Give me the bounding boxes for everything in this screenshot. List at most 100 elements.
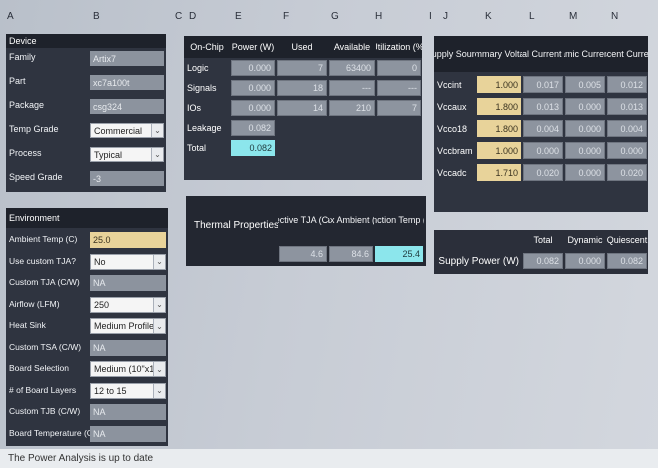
device-value-text: -3: [93, 173, 102, 184]
column-header: J: [443, 10, 448, 22]
environment-row-label: Use custom TJA?: [9, 255, 76, 266]
chevron-down-icon[interactable]: ⌄: [153, 383, 165, 398]
onchip-cell: [377, 140, 421, 156]
supply-power-header: Total: [533, 235, 553, 245]
supply-source: Vccint: [437, 79, 462, 90]
status-bar: The Power Analysis is up to date: [0, 449, 658, 468]
chevron-down-icon[interactable]: ⌄: [153, 254, 165, 269]
environment-value-text: 250: [94, 299, 110, 310]
column-header: C: [175, 10, 183, 22]
onchip-row-name: Total: [187, 143, 207, 153]
device-value-text: xc7a100t: [93, 77, 130, 88]
device-title-text: Device: [9, 36, 37, 46]
supply-cell: 0.012: [607, 76, 647, 93]
status-text: The Power Analysis is up to date: [8, 453, 154, 464]
chevron-down-icon[interactable]: ⌄: [153, 362, 165, 376]
environment-value-text: NA: [93, 278, 106, 288]
environment-row: Ambient Temp (C) 25.0: [6, 230, 168, 250]
onchip-cell: [277, 140, 327, 156]
device-row-label: Speed Grade: [9, 172, 63, 182]
environment-value-text: No: [94, 256, 106, 267]
environment-row: Heat Sink Medium Profile ⌄: [6, 316, 168, 336]
supply-cell: 0.013: [607, 98, 647, 115]
environment-row-label: Custom TJA (C/W): [9, 277, 80, 287]
column-header: K: [485, 10, 492, 22]
supply-cell: 0.000: [565, 120, 605, 137]
supply-source: Vccadc: [437, 167, 467, 178]
environment-value-text: NA: [93, 428, 106, 439]
chevron-down-icon[interactable]: ⌄: [153, 319, 165, 333]
device-title: Device: [6, 34, 166, 48]
column-header: G: [331, 10, 339, 22]
chevron-down-icon[interactable]: ⌄: [151, 148, 163, 161]
column-header: M: [569, 10, 578, 22]
onchip-cell: [329, 140, 375, 156]
environment-select[interactable]: Medium (10"x10") ⌄: [90, 361, 166, 377]
device-row: Package csg324: [6, 96, 166, 118]
voltage-input[interactable]: 1.000: [477, 142, 521, 159]
voltage-input[interactable]: 1.800: [477, 120, 521, 137]
onchip-cell: [277, 120, 327, 136]
onchip-cell: 0.000: [231, 60, 275, 76]
environment-select[interactable]: Medium Profile ⌄: [90, 318, 166, 334]
onchip-cell: 0.082: [231, 120, 275, 136]
device-row: Part xc7a100t: [6, 72, 166, 94]
supply-power-value: 0.082: [523, 253, 563, 269]
supply-header: Summary Voltage: [476, 36, 522, 72]
environment-value: NA: [90, 404, 166, 420]
onchip-cell: 18: [277, 80, 327, 96]
supply-cell: 0.000: [607, 142, 647, 159]
column-header: A: [7, 10, 14, 22]
voltage-input[interactable]: 1.710: [477, 164, 521, 181]
device-value-text: Artix7: [93, 53, 117, 64]
thermal-panel: Thermal Properties Effective TJA (C/W)Ma…: [186, 196, 426, 266]
environment-row: Airflow (LFM) 250 ⌄: [6, 295, 168, 315]
environment-select[interactable]: 12 to 15 ⌄: [90, 382, 166, 399]
environment-title: Environment: [6, 208, 168, 228]
column-header: H: [375, 10, 383, 22]
onchip-cell: 0.000: [231, 100, 275, 116]
onchip-row-name: Logic: [187, 63, 209, 73]
device-select[interactable]: Typical ⌄: [90, 147, 164, 162]
environment-row-label: Custom TJB (C/W): [9, 406, 81, 416]
environment-value-text: NA: [93, 407, 106, 417]
device-row: Family Artix7: [6, 48, 166, 70]
onchip-cell: [329, 120, 375, 136]
onchip-cell: 0.082: [231, 140, 275, 156]
device-row-label: Family: [9, 52, 36, 62]
column-header: F: [283, 10, 290, 22]
chevron-down-icon[interactable]: ⌄: [151, 124, 163, 137]
thermal-label: Thermal Properties: [194, 218, 278, 232]
environment-value-text: 25.0: [93, 235, 111, 245]
supply-cell: 0.004: [607, 120, 647, 137]
device-select[interactable]: Commercial ⌄: [90, 123, 164, 138]
onchip-cell: 0.000: [231, 80, 275, 96]
onchip-header: On-Chip: [184, 36, 230, 58]
onchip-header: Utilization (%): [376, 36, 422, 58]
voltage-input[interactable]: 1.000: [477, 76, 521, 93]
device-row: Temp Grade Commercial ⌄: [6, 120, 166, 142]
supply-cell: 0.005: [565, 76, 605, 93]
environment-select[interactable]: No ⌄: [90, 253, 166, 270]
environment-row: # of Board Layers 12 to 15 ⌄: [6, 381, 168, 401]
thermal-value: 84.6: [329, 246, 373, 262]
environment-row-label: Airflow (LFM): [9, 298, 60, 309]
chevron-down-icon[interactable]: ⌄: [153, 297, 165, 312]
supply-header: Supply Source: [434, 36, 476, 72]
onchip-cell: 210: [329, 100, 375, 116]
column-header: I: [429, 10, 432, 22]
environment-title-text: Environment: [9, 213, 60, 223]
environment-value-text: NA: [93, 342, 106, 353]
environment-value-text: Medium Profile: [94, 321, 155, 331]
supply-cell: 0.017: [523, 76, 563, 93]
environment-select[interactable]: 250 ⌄: [90, 296, 166, 313]
onchip-panel: On-ChipPower (W)UsedAvailableUtilization…: [184, 36, 422, 180]
voltage-input[interactable]: 1.800: [477, 98, 521, 115]
onchip-cell: ---: [377, 80, 421, 96]
column-header: B: [93, 10, 100, 22]
environment-row: Custom TJA (C/W) NA: [6, 273, 168, 293]
ambient-temp-input[interactable]: 25.0: [90, 232, 166, 248]
supply-header: Quiescent Current (A): [606, 36, 648, 72]
onchip-cell: 14: [277, 100, 327, 116]
environment-value: NA: [90, 339, 166, 356]
